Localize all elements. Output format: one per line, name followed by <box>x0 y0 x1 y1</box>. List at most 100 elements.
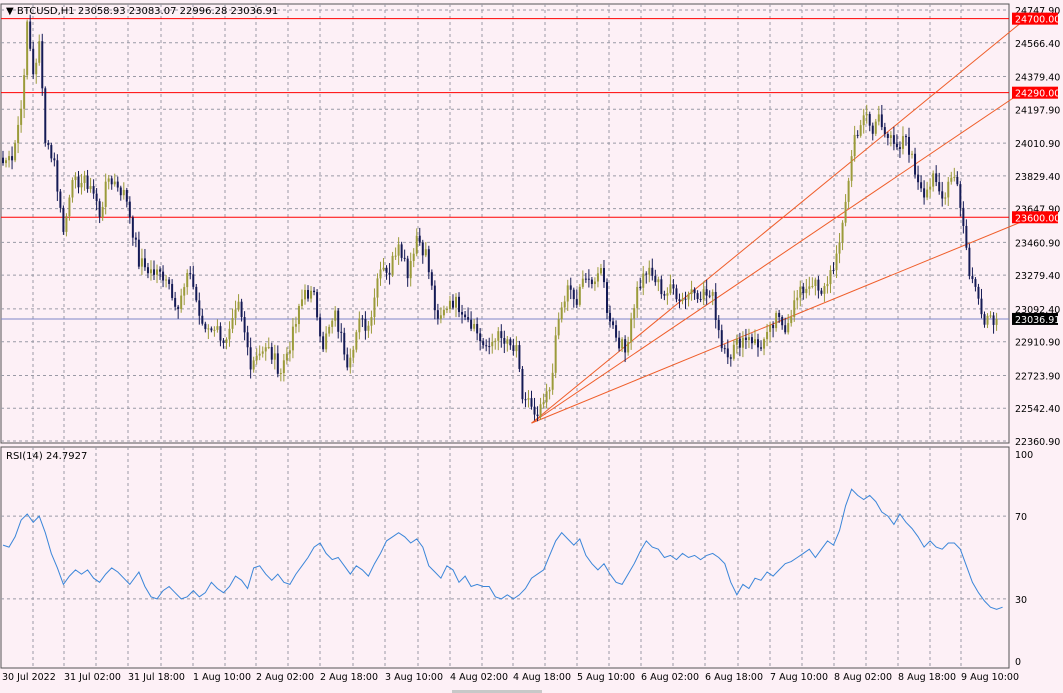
candle-body <box>397 244 400 256</box>
candle-body <box>911 153 914 155</box>
candle-body <box>630 318 633 343</box>
candle-body <box>162 271 165 281</box>
candle-body <box>267 347 270 349</box>
candle-body <box>331 320 334 327</box>
candle-body <box>766 331 769 340</box>
candle-body <box>548 389 551 392</box>
candle-body <box>467 317 470 320</box>
candle-body <box>149 269 152 274</box>
candle-body <box>319 317 322 337</box>
candle-body <box>820 290 823 294</box>
candle-body <box>488 346 491 348</box>
candle-body <box>920 182 923 189</box>
candle-body <box>847 180 850 202</box>
x-tick-label: 30 Jul 2022 <box>2 672 56 683</box>
candle-body <box>750 337 753 344</box>
candle-body <box>723 348 726 350</box>
candle-body <box>436 310 439 319</box>
candle-body <box>690 289 693 295</box>
candle-body <box>578 286 581 305</box>
candle-body <box>612 321 615 326</box>
candle-body <box>101 206 104 218</box>
candle-body <box>596 273 599 282</box>
candle-body <box>137 239 140 267</box>
candle-body <box>947 181 950 198</box>
candle-body <box>935 173 938 183</box>
candle-body <box>859 125 862 136</box>
level-price-label: 24290.00 <box>1015 89 1060 100</box>
candle-body <box>926 189 929 198</box>
candle-body <box>128 201 131 218</box>
candle-body <box>186 273 189 288</box>
candle-body <box>400 244 403 258</box>
candle-body <box>992 315 995 325</box>
candle-body <box>430 272 433 286</box>
candle-body <box>757 339 759 348</box>
candle-body <box>258 353 261 356</box>
y-tick-label: 22542.40 <box>1015 404 1060 415</box>
candle-body <box>122 189 125 196</box>
candle-body <box>89 186 92 189</box>
candle-body <box>877 114 880 122</box>
candle-body <box>569 285 572 290</box>
candle-body <box>77 176 80 188</box>
candle-body <box>485 345 488 347</box>
candle-body <box>862 115 865 126</box>
candle-body <box>455 296 457 308</box>
candle-body <box>285 353 288 361</box>
y-tick-label: 23829.40 <box>1015 172 1060 183</box>
candle-body <box>171 283 174 298</box>
candle-body <box>210 328 213 331</box>
candle-body <box>352 349 355 358</box>
candle-body <box>237 301 240 310</box>
candle-body <box>282 360 285 374</box>
candle-body <box>572 289 575 300</box>
candle-body <box>29 21 32 49</box>
candle-body <box>542 402 545 405</box>
candle-body <box>316 292 319 318</box>
candle-body <box>448 300 451 310</box>
candle-body <box>772 324 775 329</box>
candle-body <box>65 216 68 232</box>
candle-body <box>545 391 548 403</box>
candle-body <box>663 294 666 296</box>
candle-body <box>464 314 467 318</box>
candle-body <box>14 143 17 161</box>
y-tick-label: 22360.90 <box>1015 437 1060 448</box>
candle-body <box>279 373 282 375</box>
candle-body <box>533 406 536 415</box>
candle-body <box>865 114 868 116</box>
candle-body <box>917 174 920 183</box>
x-tick-label: 2 Aug 18:00 <box>320 672 378 683</box>
candle-body <box>971 276 974 280</box>
level-price-label: 24700.00 <box>1015 15 1060 26</box>
candle-body <box>654 275 657 283</box>
x-tick-label: 2 Aug 02:00 <box>256 672 314 683</box>
candle-body <box>364 318 367 331</box>
candle-body <box>337 310 340 332</box>
chart-root: 24747.9024566.4024379.4024197.9024010.90… <box>0 0 1063 693</box>
candle-body <box>261 351 264 354</box>
candle-body <box>844 201 847 223</box>
candle-body <box>228 328 231 340</box>
candle-body <box>503 338 506 344</box>
candle-body <box>68 197 71 217</box>
candle-body <box>497 331 500 341</box>
candle-body <box>56 160 59 192</box>
candle-body <box>645 273 648 275</box>
x-tick-label: 7 Aug 10:00 <box>770 672 828 683</box>
candle-body <box>38 41 41 63</box>
candle-body <box>965 225 968 248</box>
y-tick-label: 24379.40 <box>1015 73 1060 84</box>
candle-body <box>775 312 778 329</box>
candle-body <box>222 340 225 343</box>
x-tick-label: 8 Aug 02:00 <box>834 672 892 683</box>
candle-body <box>539 404 542 417</box>
candle-body <box>473 323 476 329</box>
candle-body <box>388 272 391 275</box>
symbol-info: ▼ BTCUSD,H1 23058.93 23083.07 22996.28 2… <box>6 6 278 17</box>
candle-body <box>418 235 421 243</box>
candle-body <box>424 249 427 256</box>
candle-body <box>340 331 343 333</box>
candle-body <box>811 285 814 287</box>
